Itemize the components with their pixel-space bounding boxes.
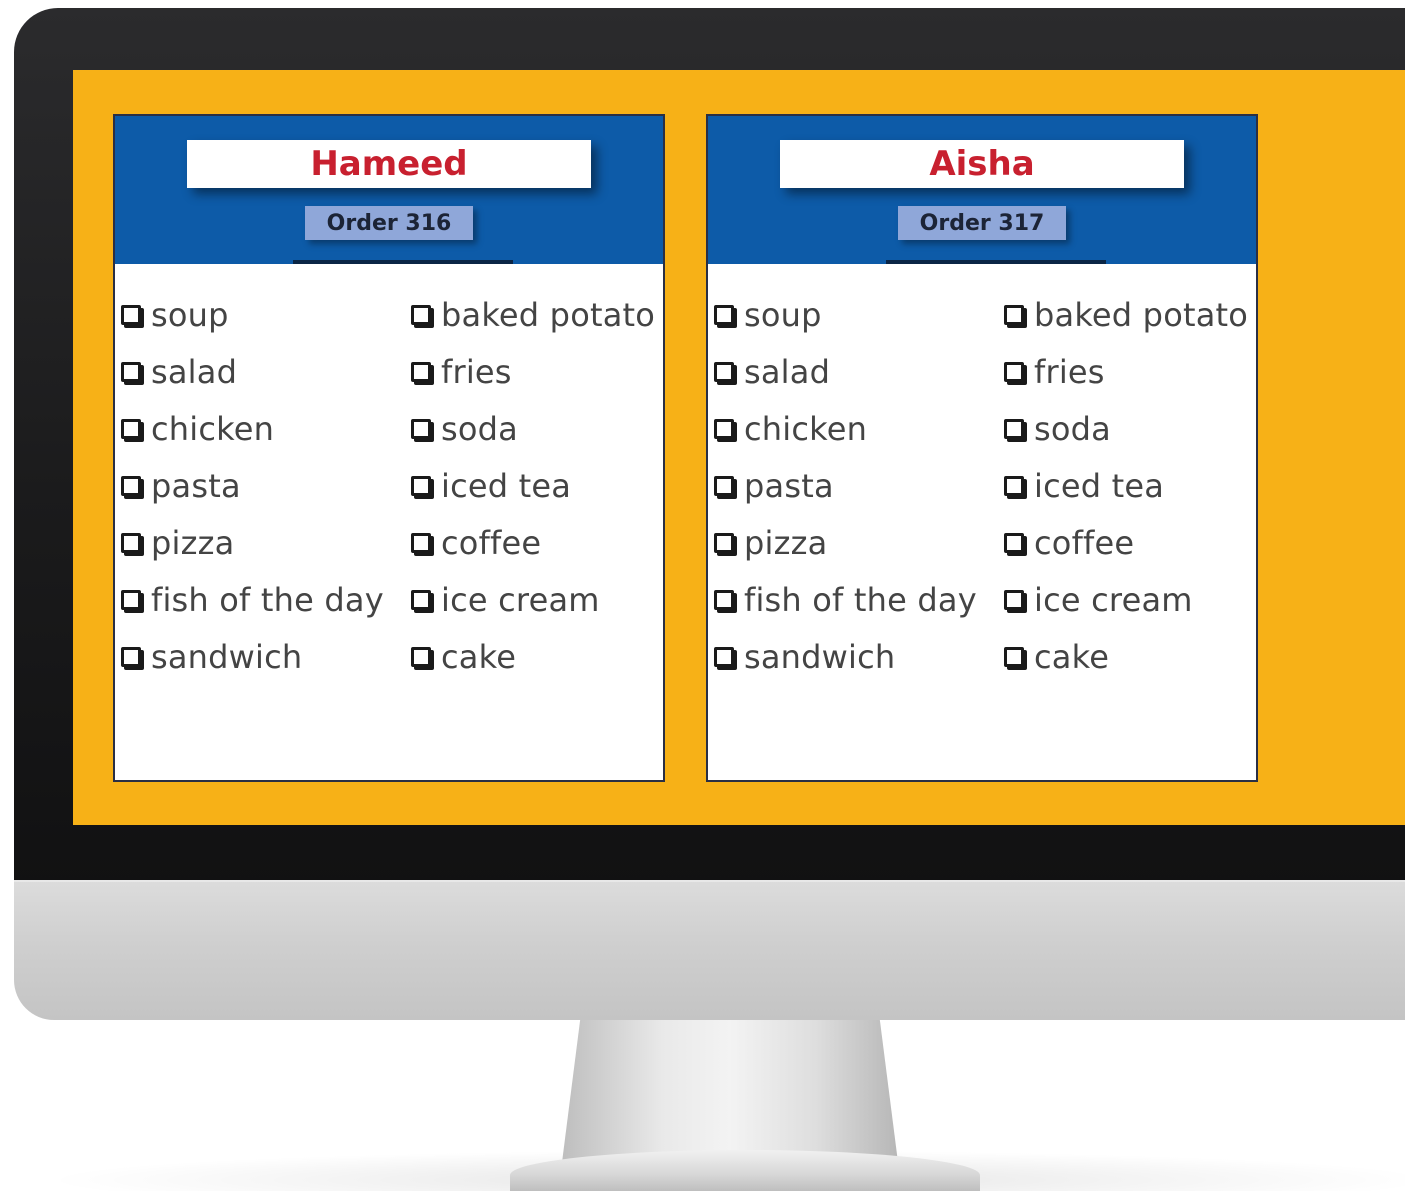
menu-item[interactable]: soda: [411, 400, 655, 457]
checkbox[interactable]: [121, 304, 141, 325]
menu-item[interactable]: pasta: [714, 457, 977, 514]
menu-item[interactable]: pasta: [121, 457, 384, 514]
menu-item[interactable]: ice cream: [1004, 571, 1248, 628]
order-card-header: Aisha Order 317: [708, 116, 1256, 264]
menu-item[interactable]: salad: [714, 343, 977, 400]
checkbox[interactable]: [714, 361, 734, 382]
menu-item[interactable]: soup: [121, 286, 384, 343]
menu-item-label: fish of the day: [744, 580, 977, 619]
menu-item[interactable]: sandwich: [121, 628, 384, 685]
menu-item[interactable]: sandwich: [714, 628, 977, 685]
menu-item[interactable]: cake: [411, 628, 655, 685]
menu-item[interactable]: chicken: [121, 400, 384, 457]
checkbox[interactable]: [121, 646, 141, 667]
checkbox[interactable]: [1004, 304, 1024, 325]
menu-item-label: pasta: [151, 466, 241, 505]
menu-item-label: iced tea: [441, 466, 572, 505]
checkbox[interactable]: [411, 361, 431, 382]
checkbox[interactable]: [411, 532, 431, 553]
menu-item[interactable]: soda: [1004, 400, 1248, 457]
menu-item[interactable]: fries: [1004, 343, 1248, 400]
menu-item-label: baked potato: [441, 295, 656, 334]
menu-item[interactable]: chicken: [714, 400, 977, 457]
menu-item-label: chicken: [151, 409, 275, 448]
checkbox[interactable]: [121, 475, 141, 496]
menu-item-label: fish of the day: [151, 580, 384, 619]
menu-item-label: fries: [1034, 352, 1105, 391]
menu-item[interactable]: soup: [714, 286, 977, 343]
checkbox[interactable]: [714, 475, 734, 496]
menu-item-label: ice cream: [441, 580, 600, 619]
menu-item-label: sandwich: [744, 637, 896, 676]
menu-column-right: baked potato fries soda iced tea coffee …: [411, 286, 655, 685]
menu-item[interactable]: pizza: [121, 514, 384, 571]
menu-item-label: cake: [441, 637, 517, 676]
menu-item[interactable]: cake: [1004, 628, 1248, 685]
checkbox[interactable]: [411, 418, 431, 439]
monitor-screen: Hameed Order 316 soup salad chicken past…: [73, 70, 1405, 825]
checkbox[interactable]: [714, 589, 734, 610]
menu-item-label: iced tea: [1034, 466, 1165, 505]
menu-item-label: pizza: [744, 523, 828, 562]
menu-item-label: ice cream: [1034, 580, 1193, 619]
menu-item-label: baked potato: [1034, 295, 1249, 334]
checkbox[interactable]: [1004, 418, 1024, 439]
menu-item-label: soup: [744, 295, 822, 334]
checkbox[interactable]: [1004, 646, 1024, 667]
checkbox[interactable]: [121, 532, 141, 553]
menu-item-label: soda: [1034, 409, 1111, 448]
checkbox[interactable]: [1004, 589, 1024, 610]
menu-item[interactable]: iced tea: [1004, 457, 1248, 514]
order-card: Hameed Order 316 soup salad chicken past…: [113, 114, 665, 782]
monitor-chin: [14, 880, 1405, 1020]
menu-item[interactable]: pizza: [714, 514, 977, 571]
order-card: Aisha Order 317 soup salad chicken pasta…: [706, 114, 1258, 782]
order-number-badge: Order 317: [898, 206, 1066, 240]
checkbox[interactable]: [714, 418, 734, 439]
menu-item-label: pizza: [151, 523, 235, 562]
checkbox[interactable]: [714, 532, 734, 553]
menu-column-left: soup salad chicken pasta pizza fish of t…: [714, 286, 977, 685]
customer-name: Hameed: [187, 140, 591, 188]
menu-item[interactable]: baked potato: [411, 286, 655, 343]
menu-item[interactable]: fish of the day: [714, 571, 977, 628]
menu-item-label: salad: [744, 352, 831, 391]
checkbox[interactable]: [1004, 532, 1024, 553]
menu-item-label: soda: [441, 409, 518, 448]
order-number-badge: Order 316: [305, 206, 473, 240]
checkbox[interactable]: [411, 475, 431, 496]
menu-item-label: chicken: [744, 409, 868, 448]
menu-item-label: cake: [1034, 637, 1110, 676]
menu-column-right: baked potato fries soda iced tea coffee …: [1004, 286, 1248, 685]
checkbox[interactable]: [714, 304, 734, 325]
menu-item[interactable]: fish of the day: [121, 571, 384, 628]
checkbox[interactable]: [121, 589, 141, 610]
menu-item-label: fries: [441, 352, 512, 391]
checkbox[interactable]: [1004, 475, 1024, 496]
checkbox[interactable]: [714, 646, 734, 667]
checkbox[interactable]: [411, 304, 431, 325]
scene: Hameed Order 316 soup salad chicken past…: [0, 0, 1405, 1191]
menu-item[interactable]: ice cream: [411, 571, 655, 628]
menu-item[interactable]: coffee: [1004, 514, 1248, 571]
checkbox[interactable]: [411, 589, 431, 610]
menu-item[interactable]: iced tea: [411, 457, 655, 514]
menu-item[interactable]: coffee: [411, 514, 655, 571]
menu-item[interactable]: baked potato: [1004, 286, 1248, 343]
checkbox[interactable]: [1004, 361, 1024, 382]
menu-item[interactable]: fries: [411, 343, 655, 400]
checkbox[interactable]: [121, 418, 141, 439]
menu-item-label: salad: [151, 352, 238, 391]
menu-item[interactable]: salad: [121, 343, 384, 400]
menu-item-label: coffee: [441, 523, 542, 562]
menu-item-label: pasta: [744, 466, 834, 505]
menu-column-left: soup salad chicken pasta pizza fish of t…: [121, 286, 384, 685]
menu-item-label: coffee: [1034, 523, 1135, 562]
customer-name: Aisha: [780, 140, 1184, 188]
menu-item-label: sandwich: [151, 637, 303, 676]
checkbox[interactable]: [121, 361, 141, 382]
checkbox[interactable]: [411, 646, 431, 667]
order-card-header: Hameed Order 316: [115, 116, 663, 264]
menu-item-label: soup: [151, 295, 229, 334]
